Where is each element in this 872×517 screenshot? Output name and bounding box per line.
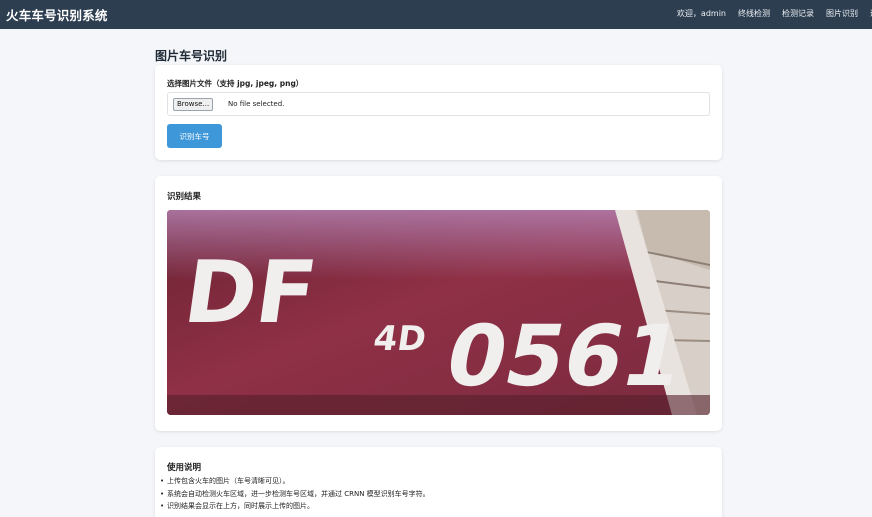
stencil-sub: 4D	[371, 319, 428, 359]
stencil-number: 0561	[437, 308, 692, 406]
stencil-main: DF	[178, 243, 322, 343]
nav-menu: 欢迎，admin 终线检测 检测记录 图片识别 退	[677, 8, 872, 19]
help-item: 系统会自动检测火车区域，进一步检测车号区域，并通过 CRNN 模型识别车号字符。	[160, 488, 430, 501]
train-photo: DF 4D 0561	[167, 210, 710, 415]
result-card: 识别结果 DF 4D 0561	[155, 176, 722, 431]
file-input-label: 选择图片文件（支持 jpg, jpeg, png）	[167, 79, 304, 88]
page-title: 图片车号识别	[155, 49, 228, 63]
help-card: 使用说明 上传包含火车的图片（车号清晰可见）。 系统会自动检测火车区域，进一步检…	[155, 447, 722, 517]
recognize-button[interactable]: 识别车号	[167, 124, 222, 148]
help-list: 上传包含火车的图片（车号清晰可见）。 系统会自动检测火车区域，进一步检测车号区域…	[160, 475, 430, 513]
file-status-text: No file selected.	[228, 100, 285, 108]
upload-card: 选择图片文件（支持 jpg, jpeg, png） Browse... No f…	[155, 65, 722, 160]
result-title: 识别结果	[167, 192, 202, 202]
help-item: 识别结果会显示在上方，同时展示上传的图片。	[160, 500, 430, 513]
help-item: 上传包含火车的图片（车号清晰可见）。	[160, 475, 430, 488]
help-title: 使用说明	[167, 463, 202, 473]
nav-link-records[interactable]: 检测记录	[782, 8, 814, 19]
nav-link-line-detect[interactable]: 终线检测	[738, 8, 770, 19]
browse-button[interactable]: Browse...	[173, 98, 214, 111]
app-brand[interactable]: 火车车号识别系统	[6, 5, 108, 24]
file-input[interactable]: Browse... No file selected.	[167, 92, 710, 116]
welcome-text: 欢迎，admin	[676, 9, 726, 18]
uploaded-train-image: DF 4D 0561	[167, 210, 710, 415]
nav-link-image-recognition[interactable]: 图片识别	[826, 8, 858, 19]
top-navbar: 火车车号识别系统 欢迎，admin 终线检测 检测记录 图片识别 退	[0, 0, 872, 29]
